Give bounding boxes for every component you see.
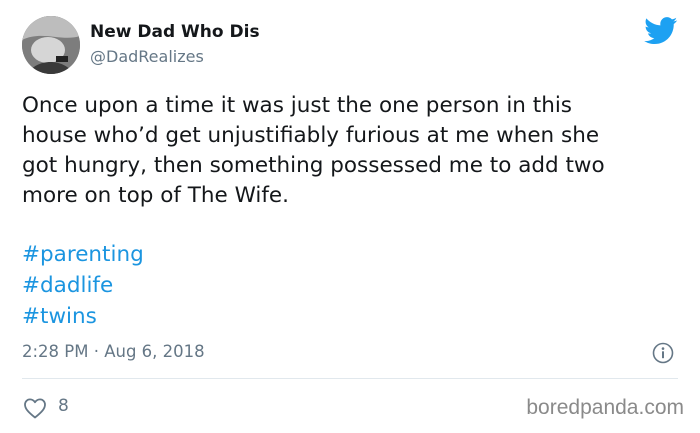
tweet-text: Once upon a time it was just the one per… <box>22 91 686 211</box>
hashtag-link-twins[interactable]: #twins <box>22 301 144 332</box>
tweet-timestamp[interactable]: 2:28 PM · Aug 6, 2018 <box>22 342 205 361</box>
twitter-bird-icon[interactable] <box>644 17 678 45</box>
avatar[interactable] <box>22 16 80 74</box>
author-handle[interactable]: @DadRealizes <box>90 47 204 66</box>
tweet-text-line: Once upon a time it was just the one per… <box>22 93 572 118</box>
divider <box>22 378 678 379</box>
info-icon[interactable] <box>652 342 674 364</box>
heart-icon[interactable] <box>23 397 47 419</box>
tweet-text-line: more on top of The Wife. <box>22 183 289 208</box>
watermark: boredpanda.com <box>526 396 684 419</box>
author-display-name[interactable]: New Dad Who Dis <box>90 22 260 42</box>
hashtag-link-parenting[interactable]: #parenting <box>22 239 144 270</box>
hashtag-link-dadlife[interactable]: #dadlife <box>22 270 144 301</box>
tweet-text-line: got hungry, then something possessed me … <box>22 153 605 178</box>
tweet-text-line: house who’d get unjustifiably furious at… <box>22 123 600 148</box>
like-count: 8 <box>58 396 69 416</box>
hashtag-list: #parenting #dadlife #twins <box>22 239 144 332</box>
